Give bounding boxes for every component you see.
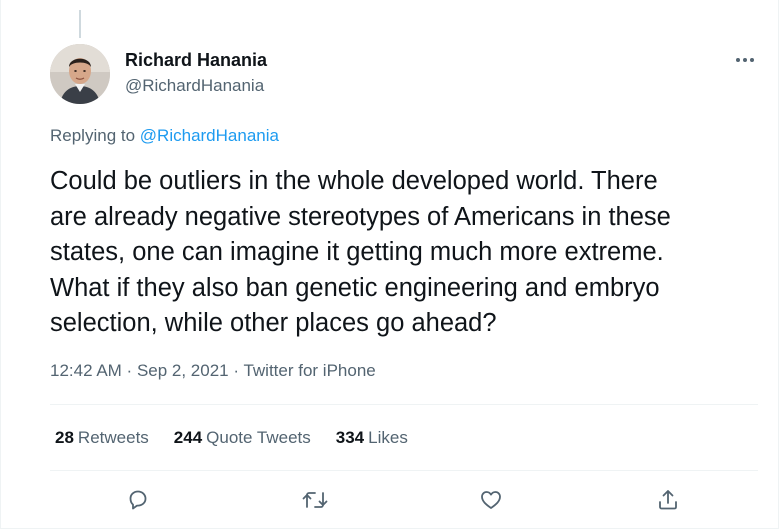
share-icon [659,490,677,510]
tweet-time-link[interactable]: 12:42 AM [50,361,122,380]
meta-separator: · [228,361,244,380]
heart-icon [481,491,501,509]
retweet-button[interactable] [302,487,328,513]
author-handle[interactable]: @RichardHanania [125,76,264,96]
share-button[interactable] [655,487,681,513]
tweet-metadata: 12:42 AM · Sep 2, 2021 · Twitter for iPh… [50,361,376,381]
likes-count: 334 [335,428,365,447]
quote-tweets-count: 244 [173,428,203,447]
replying-to-label: Replying to [50,126,136,145]
meta-separator: · [121,361,137,380]
author-display-name[interactable]: Richard Hanania [125,50,267,71]
retweets-count: 28 [55,428,74,447]
tweet-source-link[interactable]: Twitter for iPhone [243,361,375,380]
reply-button[interactable] [125,487,151,513]
likes-label: Likes [368,428,408,447]
divider [50,404,758,405]
replying-to: Replying to @RichardHanania [50,126,279,146]
tweet-text: Could be outliers in the whole developed… [50,167,671,337]
reply-icon [129,490,147,510]
divider [50,470,758,471]
retweets-label: Retweets [77,428,149,447]
engagement-stats: 28 Retweets 244 Quote Tweets 334 Likes [55,428,433,448]
retweets-stat-link[interactable]: 28 Retweets [55,428,149,448]
more-options-button[interactable] [732,50,758,70]
action-bar [1,487,779,513]
replying-to-mention-link[interactable]: @RichardHanania [140,126,279,145]
quote-tweets-label: Quote Tweets [206,428,311,447]
tweet-date-link[interactable]: Sep 2, 2021 [137,361,229,380]
avatar[interactable] [50,44,110,104]
more-horizontal-icon [736,58,754,62]
thread-connector-line [79,10,81,38]
quote-tweets-stat-link[interactable]: 244 Quote Tweets [174,428,311,448]
likes-stat-link[interactable]: 334 Likes [336,428,408,448]
retweet-icon [302,492,328,508]
like-button[interactable] [478,487,504,513]
tweet-card: Richard Hanania @RichardHanania Replying… [0,0,779,529]
